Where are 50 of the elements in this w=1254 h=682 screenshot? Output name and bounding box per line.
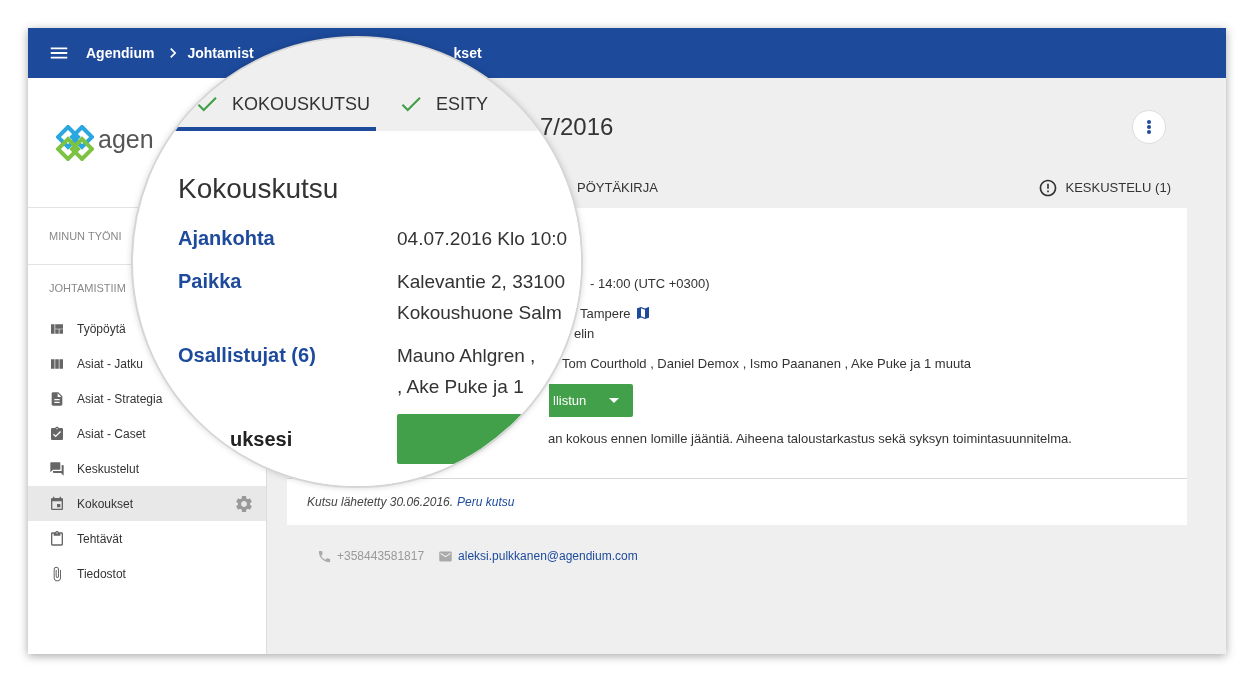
- attend-button[interactable]: [397, 414, 523, 464]
- field-label: uksesi: [230, 427, 293, 451]
- section-heading: Kokouskutsu: [178, 173, 340, 205]
- tab[interactable]: PÖYTÄKIRJA: [577, 180, 658, 195]
- field-value: Kalevantie 2, 33100: [397, 270, 565, 294]
- sidebar-item[interactable]: Tehtävät: [28, 526, 123, 551]
- field-label: Paikka: [178, 269, 242, 294]
- email-link[interactable]: aleksi.pulkkanen@agendium.com: [458, 549, 638, 563]
- clipboard-check-icon: [49, 425, 65, 442]
- sidebar-item[interactable]: Asiat - Strategia: [28, 386, 163, 411]
- field-label: Osallistujat (6): [178, 343, 316, 368]
- alert-icon: [1037, 177, 1058, 198]
- description-text: an kokous ennen lomille jääntiä. Aiheena taloustarkastus sekä syksyn toimintasuunnitelma.: [548, 430, 1072, 446]
- logo-icon: [56, 124, 94, 161]
- document-icon: [49, 390, 65, 407]
- cancel-link[interactable]: Peru kutsu: [457, 495, 515, 509]
- breadcrumb-item[interactable]: kset: [453, 45, 482, 61]
- phone-icon: [317, 548, 332, 564]
- more-button[interactable]: [1132, 110, 1166, 144]
- time-text: - 14:00 (UTC +0300): [590, 275, 710, 291]
- field-value: Mauno Ahlgren ,: [397, 344, 536, 368]
- field-value: , Ake Puke ja 1: [397, 375, 524, 399]
- page-title: 7/2016: [540, 113, 614, 141]
- sidebar-item[interactable]: Asiat - Caset: [28, 421, 146, 446]
- room-text: elin: [574, 325, 595, 341]
- phone-text: +358443581817: [337, 549, 425, 563]
- field-label: Ajankohta: [178, 226, 275, 251]
- place-text: Tampere: [580, 305, 631, 321]
- sent-text: Kutsu lähetetty 30.06.2016.: [307, 495, 454, 509]
- field-value: Kokoushuone Salm: [397, 301, 562, 325]
- section-title: MINUN TYÖNI: [49, 230, 122, 242]
- sidebar-item[interactable]: Asiat - Jatku: [28, 351, 144, 376]
- clipboard-icon: [49, 530, 65, 547]
- section-title: JOHTAMISTIIM: [49, 282, 126, 294]
- field-value: 04.07.2016 Klo 10:0: [397, 227, 568, 251]
- caret-icon: [609, 398, 619, 403]
- sidebar-item[interactable]: Tiedostot: [28, 561, 126, 586]
- app-name[interactable]: Agendium: [86, 45, 155, 61]
- breadcrumb-item[interactable]: Johtamist: [187, 45, 254, 61]
- more-vertical-icon: [1147, 120, 1151, 134]
- map-icon[interactable]: [634, 305, 651, 321]
- logo-text: agen: [98, 125, 154, 154]
- participants-text: Tom Courthold , Daniel Demox , Ismo Paananen , Ake Puke ja 1 muuta: [562, 355, 971, 371]
- sidebar-item[interactable]: Työpöytä: [28, 316, 126, 341]
- sidebar-item[interactable]: Kokoukset: [28, 486, 266, 521]
- chat-icon: [49, 460, 65, 477]
- sidebar-item[interactable]: Keskustelut: [28, 456, 140, 481]
- calendar-icon: [49, 495, 65, 512]
- tab[interactable]: ESITY: [376, 81, 489, 131]
- discussion-tab[interactable]: KESKUSTELU (1): [1037, 177, 1187, 198]
